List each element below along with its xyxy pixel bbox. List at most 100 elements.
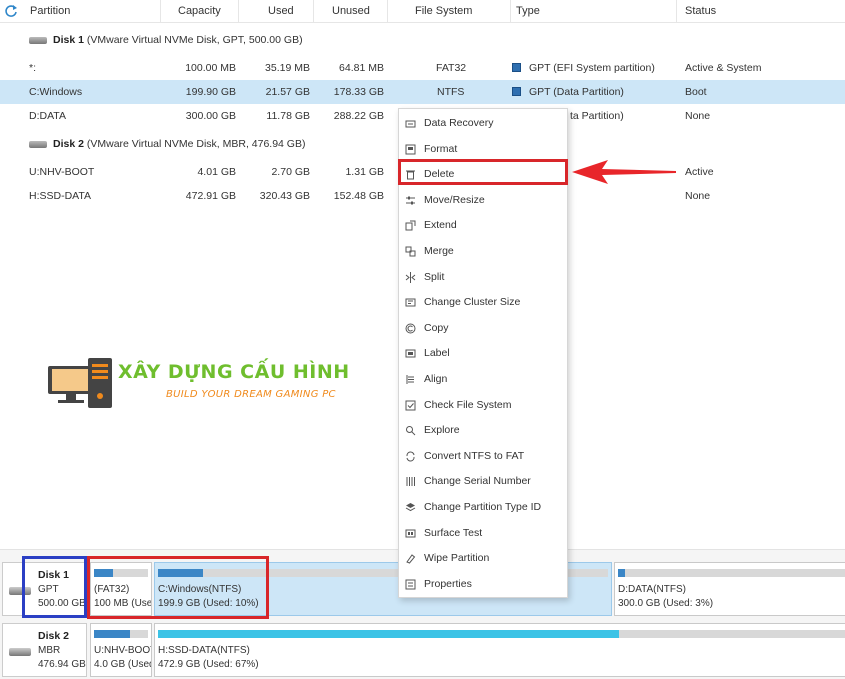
- table-row[interactable]: *: 100.00 MB 35.19 MB 64.81 MB FAT32 GPT…: [0, 56, 845, 80]
- partition-capacity: 4.01 GB: [197, 166, 236, 178]
- disk-row-disk1[interactable]: Disk 1 (VMware Virtual NVMe Disk, GPT, 5…: [0, 28, 845, 52]
- map-partition-nhv-boot[interactable]: U:NHV-BOOT(NTFS) 4.0 GB (Used: 67%): [90, 623, 152, 677]
- menu-item-label: Data Recovery: [424, 117, 494, 129]
- partition-status: Active: [685, 166, 714, 178]
- menu-item-convert-ntfs-to-fat[interactable]: Convert NTFS to FAT: [399, 444, 567, 469]
- menu-item-label: Align: [424, 373, 448, 385]
- menu-item-change-partition-type-id[interactable]: Change Partition Type ID: [399, 495, 567, 520]
- menu-item-label: Extend: [424, 219, 457, 232]
- menu-item-label[interactable]: Label: [399, 341, 567, 366]
- menu-item-label: Check File System: [424, 398, 512, 411]
- partition-fs: FAT32: [436, 62, 467, 74]
- column-used[interactable]: Used: [239, 0, 314, 23]
- partition-name: *:: [29, 62, 37, 74]
- usage-bar: [618, 569, 845, 577]
- partition-capacity: 300.00 GB: [185, 110, 236, 122]
- column-status[interactable]: Status: [677, 0, 845, 23]
- menu-item-label: Copy: [424, 321, 449, 334]
- menu-item-change-serial-number[interactable]: Change Serial Number: [399, 469, 567, 494]
- partition-name: H:SSD-DATA: [29, 190, 92, 202]
- partition-capacity: 472.91 GB: [185, 190, 236, 202]
- column-partition[interactable]: Partition: [22, 0, 161, 23]
- partition-type: GPT (Data Partition): [529, 86, 624, 98]
- partition-unused: 178.33 GB: [333, 86, 384, 98]
- partition-table-header: Partition Capacity Used Unused File Syst…: [0, 0, 845, 23]
- explore-icon: [406, 426, 416, 436]
- extend-icon: [405, 220, 416, 231]
- hard-drive-icon: [29, 141, 47, 148]
- partition-capacity: 100.00 MB: [185, 62, 236, 74]
- partition-used: 2.70 GB: [271, 166, 310, 178]
- partition-name: D:DATA: [29, 110, 66, 122]
- data-recovery-icon: [405, 120, 416, 128]
- map-partition-label: U:NHV-BOOT(NTFS): [94, 645, 151, 656]
- usage-bar-fill: [94, 630, 131, 638]
- move-resize-icon: [406, 196, 415, 205]
- disk-card-name: Disk 2: [38, 630, 69, 642]
- menu-item-label: Label: [424, 347, 450, 360]
- merge-icon: [405, 246, 416, 257]
- map-partition-info: 472.9 GB (Used: 67%): [158, 659, 259, 670]
- menu-item-data-recovery[interactable]: Data Recovery: [399, 111, 567, 136]
- menu-item-label: Surface Test: [424, 526, 483, 539]
- partition-status: Active & System: [685, 62, 762, 74]
- partition-type-icon: [512, 63, 521, 72]
- table-row-selected[interactable]: C:Windows 199.90 GB 21.57 GB 178.33 GB N…: [0, 80, 845, 104]
- hard-drive-icon: [9, 648, 31, 656]
- disk-detail: (VMware Virtual NVMe Disk, MBR, 476.94 G…: [86, 138, 306, 150]
- menu-item-move-resize[interactable]: Move/Resize: [399, 188, 567, 213]
- menu-item-merge[interactable]: Merge: [399, 239, 567, 264]
- menu-item-label: Change Partition Type ID: [424, 501, 542, 513]
- menu-item-format[interactable]: Format: [399, 137, 567, 162]
- disk-label: Disk 2: [53, 138, 84, 150]
- menu-item-wipe-partition[interactable]: Wipe Partition: [399, 546, 567, 571]
- partition-type-icon: [512, 87, 521, 96]
- column-file-system[interactable]: File System: [388, 0, 511, 23]
- partition-type: GPT (EFI System partition): [529, 62, 655, 74]
- menu-item-properties[interactable]: Properties: [399, 572, 567, 597]
- partition-name: C:Windows: [29, 86, 83, 98]
- type-id-icon: [405, 503, 416, 512]
- map-partition-info: 4.0 GB (Used: 67%): [94, 659, 151, 670]
- menu-item-check-file-system[interactable]: Check File System: [399, 393, 567, 418]
- partition-status: None: [685, 190, 711, 202]
- usage-bar-fill: [618, 569, 625, 577]
- menu-item-surface-test[interactable]: Surface Test: [399, 521, 567, 546]
- menu-item-label: Explore: [424, 424, 460, 437]
- map-partition-ssd-data[interactable]: H:SSD-DATA(NTFS) 472.9 GB (Used: 67%): [154, 623, 845, 677]
- partition-status: Boot: [685, 86, 707, 98]
- usage-bar: [94, 630, 148, 638]
- map-partition-label: H:SSD-DATA(NTFS): [158, 645, 250, 656]
- column-capacity[interactable]: Capacity: [161, 0, 239, 23]
- menu-item-label: Format: [424, 142, 458, 155]
- column-unused[interactable]: Unused: [314, 0, 388, 23]
- menu-item-label: Merge: [424, 245, 454, 257]
- menu-item-label: Change Cluster Size: [424, 296, 521, 309]
- red-arrow-pointer: [572, 160, 676, 184]
- hard-drive-icon: [29, 37, 47, 44]
- menu-item-label: Wipe Partition: [424, 552, 490, 565]
- properties-icon: [405, 579, 416, 590]
- partition-unused: 288.22 GB: [333, 110, 384, 122]
- menu-item-extend[interactable]: Extend: [399, 213, 567, 238]
- menu-item-change-cluster-size[interactable]: Change Cluster Size: [399, 290, 567, 315]
- disk-label: Disk 1: [53, 34, 84, 46]
- menu-item-label: Split: [424, 270, 445, 283]
- column-type[interactable]: Type: [511, 0, 677, 23]
- map-partition-info: 300.0 GB (Used: 3%): [618, 598, 714, 609]
- menu-item-explore[interactable]: Explore: [399, 418, 567, 443]
- menu-item-copy[interactable]: Copy: [399, 316, 567, 341]
- partition-name: U:NHV-BOOT: [29, 166, 95, 178]
- menu-item-split[interactable]: Split: [399, 265, 567, 290]
- partition-used: 21.57 GB: [265, 86, 310, 98]
- disk-card-disk2[interactable]: Disk 2 MBR 476.94 GB: [2, 623, 87, 677]
- usage-bar: [158, 630, 845, 638]
- split-icon: [405, 271, 416, 283]
- partition-type: ta Partition): [570, 110, 624, 122]
- refresh-icon[interactable]: [4, 4, 18, 18]
- partition-unused: 64.81 MB: [339, 62, 384, 74]
- menu-item-align[interactable]: Align: [399, 367, 567, 392]
- highlight-box-disk: [22, 556, 87, 618]
- map-partition-d-data[interactable]: D:DATA(NTFS) 300.0 GB (Used: 3%): [614, 562, 845, 616]
- partition-unused: 152.48 GB: [333, 190, 384, 202]
